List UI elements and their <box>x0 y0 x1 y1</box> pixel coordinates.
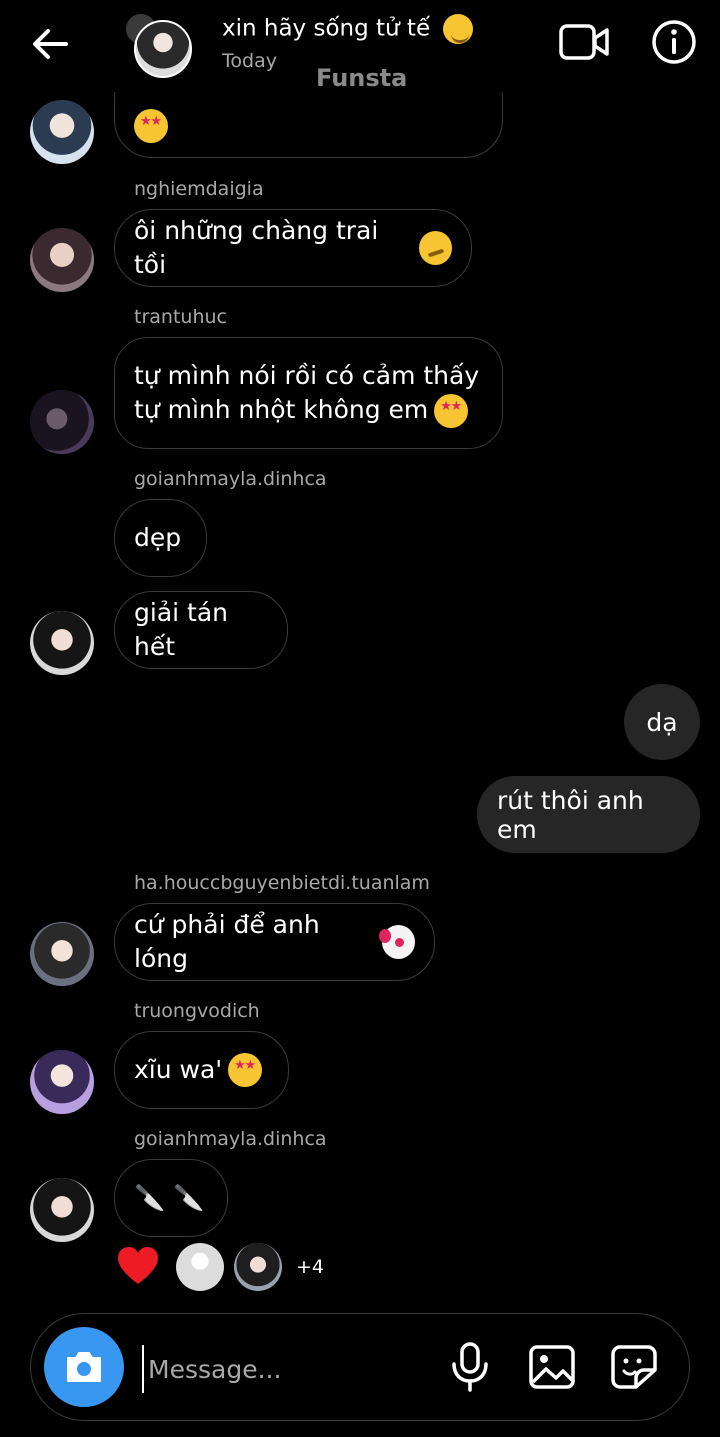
microphone-icon[interactable] <box>450 1342 490 1392</box>
sender-avatar[interactable] <box>30 390 94 454</box>
message-bubble[interactable]: tự mình nói rồi có cảm thấy tự mình nhột… <box>114 337 503 449</box>
sender-avatar[interactable] <box>30 611 94 675</box>
sender-avatar[interactable] <box>30 1178 94 1242</box>
message-text: ôi những chàng trai tồi <box>134 216 379 279</box>
my-message-bubble[interactable]: dạ <box>624 684 700 760</box>
message-line: tự mình nhột không em <box>134 393 479 428</box>
message-text: dạ <box>646 707 678 737</box>
star-struck-emoji-icon <box>134 109 168 143</box>
sender-avatar[interactable] <box>30 922 94 986</box>
info-icon[interactable] <box>651 19 697 65</box>
message-text: 🔪 🔪 <box>134 1183 205 1212</box>
sender-avatar[interactable] <box>30 1050 94 1114</box>
reactor-avatar[interactable] <box>234 1243 282 1291</box>
camera-button[interactable] <box>44 1327 124 1407</box>
message-bubble[interactable]: giải tán hết <box>114 591 288 669</box>
message-text: xĩu wa' <box>134 1055 223 1084</box>
message-text: dẹp <box>134 523 182 552</box>
sender-name: trantuhuc <box>134 306 227 328</box>
star-struck-emoji-icon <box>434 393 469 428</box>
reactor-avatar[interactable] <box>176 1243 224 1291</box>
reaction-count[interactable]: +4 <box>296 1256 324 1278</box>
message-bubble[interactable]: dẹp <box>114 499 207 577</box>
sender-name: nghiemdaigia <box>134 178 264 200</box>
heart-icon[interactable] <box>116 1246 160 1286</box>
sender-name: ha.houccbguyenbietdi.tuanlam <box>134 872 430 894</box>
star-struck-emoji-icon <box>228 1053 263 1087</box>
sender-name: goianhmayla.dinhca <box>134 1128 327 1150</box>
my-message-bubble[interactable]: rút thôi anh em <box>477 776 700 853</box>
message-text: cứ phải để anh lóng <box>134 910 320 973</box>
chat-title-text: xin hãy sống tử tế <box>222 15 431 42</box>
sticker-icon[interactable] <box>610 1344 658 1390</box>
woozy-emoji-icon <box>418 231 452 265</box>
sender-name: truongvodich <box>134 1000 260 1022</box>
sender-avatar[interactable] <box>30 100 94 164</box>
message-bubble[interactable]: xĩu wa' <box>114 1031 289 1109</box>
message-text-block: tự mình nói rồi có cảm thấy tự mình nhột… <box>134 359 479 428</box>
chat-title[interactable]: xin hãy sống tử tế <box>222 14 474 44</box>
watermark: Funsta <box>316 64 408 92</box>
gallery-icon[interactable] <box>528 1344 576 1390</box>
message-input[interactable] <box>142 1345 440 1393</box>
clown-emoji-icon <box>378 925 415 959</box>
back-arrow-icon[interactable] <box>28 22 72 66</box>
message-bubble[interactable]: 🔪 🔪 <box>114 1159 228 1237</box>
message-bubble[interactable]: ôi những chàng trai tồi <box>114 209 472 287</box>
group-avatar[interactable] <box>134 20 192 78</box>
message-text: giải tán hết <box>134 598 228 661</box>
message-text: rút thôi anh em <box>497 785 644 844</box>
sender-avatar[interactable] <box>30 228 94 292</box>
camera-icon <box>67 1352 101 1382</box>
sender-name: goianhmayla.dinhca <box>134 468 327 490</box>
video-call-icon[interactable] <box>558 20 610 64</box>
smiling-blush-emoji-icon <box>443 14 474 44</box>
chat-subtitle: Today <box>222 50 277 72</box>
message-bubble[interactable]: cứ phải để anh lóng <box>114 903 435 981</box>
message-line: tự mình nói rồi có cảm thấy <box>134 360 480 390</box>
